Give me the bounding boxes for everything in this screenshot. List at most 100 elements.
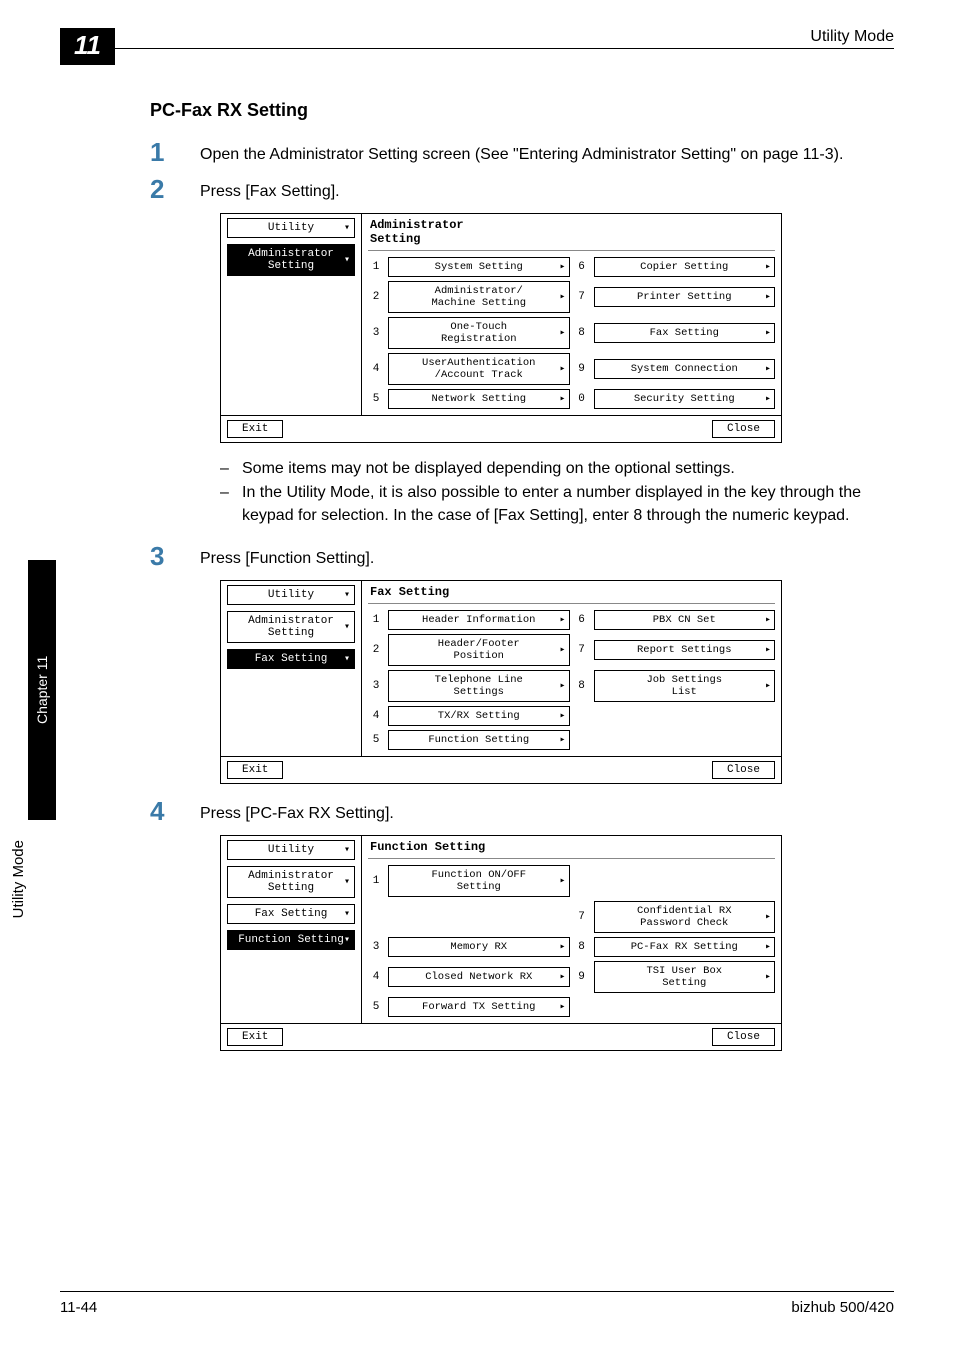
menu-num: 9 xyxy=(574,363,590,375)
menu-num: 4 xyxy=(368,363,384,375)
chevron-right-icon: ▸ xyxy=(559,393,565,405)
menu-label: Report Settings xyxy=(637,644,732,656)
step-1-number: 1 xyxy=(150,139,200,165)
menu-num: 1 xyxy=(368,875,384,887)
crumb-admin-setting[interactable]: Administrator Setting▾ xyxy=(227,611,355,643)
crumb-label: Fax Setting xyxy=(255,908,328,920)
menu-num: 8 xyxy=(574,941,590,953)
menu-num: 9 xyxy=(574,971,590,983)
menu-one-touch[interactable]: One-Touch Registration▸ xyxy=(388,317,570,349)
menu-copier-setting[interactable]: Copier Setting▸ xyxy=(594,257,776,277)
chevron-right-icon: ▸ xyxy=(765,261,771,273)
menu-grid: 1Header Information▸ 6PBX CN Set▸ 2Heade… xyxy=(368,610,775,750)
step-2-number: 2 xyxy=(150,176,200,202)
exit-button[interactable]: Exit xyxy=(227,420,283,438)
menu-num: 2 xyxy=(368,644,384,656)
menu-label: Telephone Line Settings xyxy=(435,674,523,698)
menu-num: 4 xyxy=(368,710,384,722)
menu-security-setting[interactable]: Security Setting▸ xyxy=(594,389,776,409)
chevron-down-icon: ▾ xyxy=(344,589,350,601)
menu-header-info[interactable]: Header Information▸ xyxy=(388,610,570,630)
exit-button[interactable]: Exit xyxy=(227,1028,283,1046)
chevron-right-icon: ▸ xyxy=(765,971,771,983)
step-1: 1 Open the Administrator Setting screen … xyxy=(150,139,874,166)
crumb-utility[interactable]: Utility▾ xyxy=(227,218,355,238)
menu-num: 7 xyxy=(574,291,590,303)
menu-num: 2 xyxy=(368,291,384,303)
chevron-right-icon: ▸ xyxy=(559,261,565,273)
menu-confidential-rx[interactable]: Confidential RX Password Check▸ xyxy=(594,901,776,933)
menu-forward-tx-setting[interactable]: Forward TX Setting▸ xyxy=(388,997,570,1017)
menu-txrx-setting[interactable]: TX/RX Setting▸ xyxy=(388,706,570,726)
menu-fax-setting[interactable]: Fax Setting▸ xyxy=(594,323,776,343)
menu-user-auth[interactable]: UserAuthentication /Account Track▸ xyxy=(388,353,570,385)
chevron-down-icon: ▾ xyxy=(344,876,350,888)
step-4-text: Press [PC-Fax RX Setting]. xyxy=(200,798,394,825)
menu-function-setting[interactable]: Function Setting▸ xyxy=(388,730,570,750)
menu-num: 8 xyxy=(574,327,590,339)
menu-num: 6 xyxy=(574,614,590,626)
menu-label: TX/RX Setting xyxy=(438,710,520,722)
crumb-fax-setting[interactable]: Fax Setting▾ xyxy=(227,904,355,924)
menu-closed-network-rx[interactable]: Closed Network RX▸ xyxy=(388,967,570,987)
note-1: Some items may not be displayed dependin… xyxy=(242,457,735,480)
chevron-right-icon: ▸ xyxy=(765,941,771,953)
chevron-right-icon: ▸ xyxy=(765,393,771,405)
header-rule xyxy=(60,48,894,49)
chevron-right-icon: ▸ xyxy=(559,614,565,626)
menu-system-setting[interactable]: System Setting ▸ xyxy=(388,257,570,277)
menu-num: 1 xyxy=(368,261,384,273)
close-button[interactable]: Close xyxy=(712,761,775,779)
menu-tel-line-settings[interactable]: Telephone Line Settings▸ xyxy=(388,670,570,702)
menu-system-connection[interactable]: System Connection▸ xyxy=(594,359,776,379)
crumb-function-setting[interactable]: Function Setting▾ xyxy=(227,930,355,950)
menu-printer-setting[interactable]: Printer Setting▸ xyxy=(594,287,776,307)
chevron-right-icon: ▸ xyxy=(765,614,771,626)
menu-header-footer-pos[interactable]: Header/Footer Position▸ xyxy=(388,634,570,666)
notes-list: –Some items may not be displayed dependi… xyxy=(220,457,874,527)
screenshot-function-setting: Utility▾ Administrator Setting▾ Fax Sett… xyxy=(220,835,782,1051)
menu-num: 5 xyxy=(368,734,384,746)
menu-grid: 1 System Setting ▸ 6 Copier Setting▸ 2 Admin… xyxy=(368,257,775,409)
menu-label: Confidential RX Password Check xyxy=(637,905,732,929)
menu-num: 4 xyxy=(368,971,384,983)
crumb-admin-setting[interactable]: Administrator Setting▾ xyxy=(227,866,355,898)
menu-job-settings-list[interactable]: Job Settings List ▸ xyxy=(594,670,776,702)
crumb-fax-setting[interactable]: Fax Setting▾ xyxy=(227,649,355,669)
menu-label: Header/Footer Position xyxy=(438,638,520,662)
menu-function-onoff[interactable]: Function ON/OFF Setting▸ xyxy=(388,865,570,897)
menu-label: Administrator/ Machine Setting xyxy=(431,285,526,309)
crumb-utility[interactable]: Utility▾ xyxy=(227,840,355,860)
close-button[interactable]: Close xyxy=(712,420,775,438)
menu-num: 6 xyxy=(574,261,590,273)
crumb-utility[interactable]: Utility▾ xyxy=(227,585,355,605)
menu-memory-rx[interactable]: Memory RX▸ xyxy=(388,937,570,957)
chevron-right-icon: ▸ xyxy=(559,941,565,953)
menu-pbx-cn-set[interactable]: PBX CN Set▸ xyxy=(594,610,776,630)
menu-tsi-user-box[interactable]: TSI User Box Setting▸ xyxy=(594,961,776,993)
chevron-right-icon: ▸ xyxy=(765,644,771,656)
screenshot-admin-setting: Utility▾ Administrator Setting▾ Administ… xyxy=(220,213,782,443)
footer-rule xyxy=(60,1291,894,1292)
menu-grid: 1Function ON/OFF Setting▸ 7Confidential … xyxy=(368,865,775,1017)
step-4: 4 Press [PC-Fax RX Setting]. xyxy=(150,798,874,825)
menu-num: 5 xyxy=(368,393,384,405)
chevron-right-icon: ▸ xyxy=(765,680,771,692)
menu-label: Closed Network RX xyxy=(425,971,532,983)
menu-admin-machine[interactable]: Administrator/ Machine Setting ▸ xyxy=(388,281,570,313)
menu-label: System Setting xyxy=(435,261,523,273)
crumb-admin-setting[interactable]: Administrator Setting▾ xyxy=(227,244,355,276)
menu-label: Job Settings List xyxy=(646,674,722,698)
exit-button[interactable]: Exit xyxy=(227,761,283,779)
step-2: 2 Press [Fax Setting]. xyxy=(150,176,874,203)
menu-network-setting[interactable]: Network Setting▸ xyxy=(388,389,570,409)
close-button[interactable]: Close xyxy=(712,1028,775,1046)
menu-pcfax-rx-setting[interactable]: PC-Fax RX Setting▸ xyxy=(594,937,776,957)
menu-report-settings[interactable]: Report Settings ▸ xyxy=(594,640,776,660)
chevron-right-icon: ▸ xyxy=(559,1001,565,1013)
chevron-right-icon: ▸ xyxy=(559,875,565,887)
chevron-right-icon: ▸ xyxy=(559,363,565,375)
breadcrumb-column: Utility▾ Administrator Setting▾ Fax Sett… xyxy=(221,836,362,1023)
screen-title: Function Setting xyxy=(368,838,775,859)
chevron-right-icon: ▸ xyxy=(559,291,565,303)
